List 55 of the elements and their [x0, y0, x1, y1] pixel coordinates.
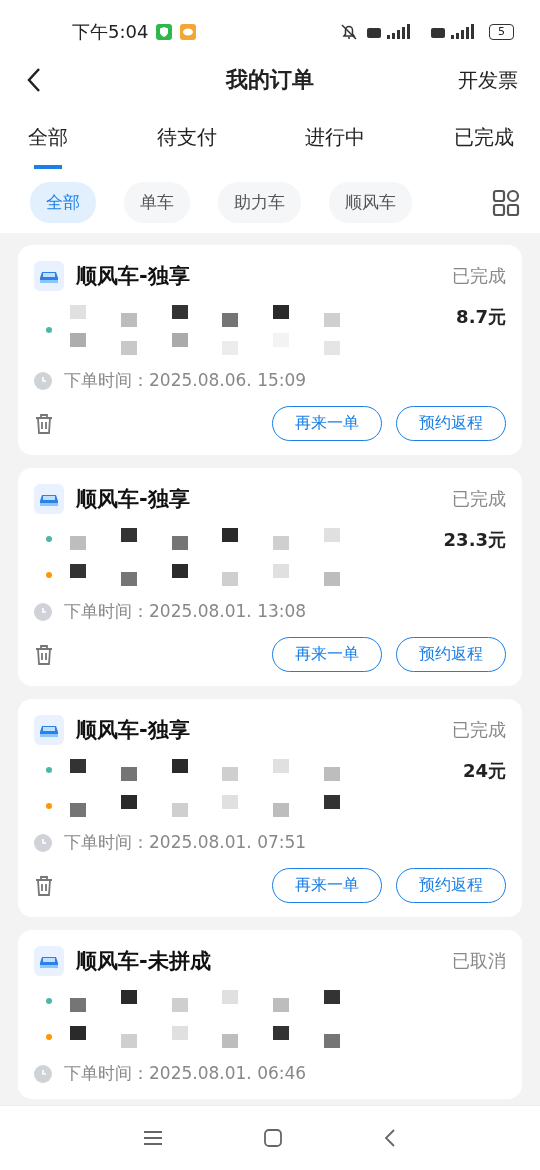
order-title: 顺风车-独享: [76, 486, 190, 513]
tab[interactable]: 已完成: [453, 124, 514, 172]
order-action-button[interactable]: 预约返程: [396, 637, 506, 672]
filter-chip[interactable]: 全部: [30, 182, 96, 223]
menu-icon[interactable]: [143, 1130, 163, 1146]
home-icon[interactable]: [263, 1128, 283, 1148]
clock-icon: [34, 1064, 52, 1083]
tab[interactable]: 全部: [28, 124, 68, 172]
back-icon[interactable]: [26, 67, 42, 93]
trash-icon[interactable]: [34, 874, 54, 897]
order-card[interactable]: 顺风车-独享 已完成 8.7元 下单时间：2025.08.06. 15:09 再来一单 预约返程: [18, 245, 522, 455]
order-action-button[interactable]: 预约返程: [396, 868, 506, 903]
invoice-link[interactable]: 开发票: [458, 66, 518, 94]
order-time: 下单时间：2025.08.01. 07:51: [64, 831, 307, 854]
order-price: 8.7元: [456, 305, 506, 329]
order-action-button[interactable]: 再来一单: [272, 868, 382, 903]
tab[interactable]: 进行中: [305, 124, 366, 172]
order-title: 顺风车-独享: [76, 263, 190, 290]
order-card[interactable]: 顺风车-独享 已完成 23.3元 下单时间：2025.08.01. 13:08 再来一单 预约返程: [18, 468, 522, 686]
clock-icon: [34, 833, 52, 852]
order-status: 已取消: [452, 949, 506, 973]
battery-indicator: 5: [489, 24, 514, 40]
clock-icon: [34, 371, 52, 390]
order-status: 已完成: [452, 718, 506, 742]
order-time: 下单时间：2025.08.01. 13:08: [64, 600, 307, 623]
order-action-button[interactable]: 预约返程: [396, 406, 506, 441]
filter-chip[interactable]: 助力车: [218, 182, 301, 223]
trash-icon[interactable]: [34, 643, 54, 666]
car-icon: [34, 261, 64, 291]
shield-icon: [156, 24, 173, 40]
order-action-button[interactable]: 再来一单: [272, 637, 382, 672]
clock-icon: [34, 602, 52, 621]
mute-bell-icon: [339, 22, 359, 42]
order-action-button[interactable]: 再来一单: [272, 406, 382, 441]
page-title: 我的订单: [226, 66, 314, 94]
order-price: 24元: [462, 759, 506, 783]
order-title: 顺风车-独享: [76, 717, 190, 744]
order-time: 下单时间：2025.08.06. 15:09: [64, 369, 307, 392]
car-icon: [34, 946, 64, 976]
car-icon: [34, 715, 64, 745]
order-price: 23.3元: [443, 528, 506, 552]
tab[interactable]: 待支付: [156, 124, 217, 172]
order-card[interactable]: 顺风车-未拼成 已取消 下单时间：2025.08.01. 06:46: [18, 930, 522, 1099]
status-time: 下午5:04: [72, 20, 149, 44]
order-time: 下单时间：2025.08.01. 06:46: [64, 1062, 307, 1085]
order-status: 已完成: [452, 264, 506, 288]
order-card[interactable]: 顺风车-独享 已完成 24元 下单时间：2025.08.01. 07:51 再来一单 预约返程: [18, 699, 522, 917]
filter-chip[interactable]: 单车: [124, 182, 190, 223]
filter-chip[interactable]: 顺风车: [329, 182, 412, 223]
order-status: 已完成: [452, 487, 506, 511]
message-icon: [180, 24, 197, 40]
grid-icon[interactable]: [492, 188, 520, 217]
order-title: 顺风车-未拼成: [76, 948, 211, 975]
trash-icon[interactable]: [34, 412, 54, 435]
car-icon: [34, 484, 64, 514]
